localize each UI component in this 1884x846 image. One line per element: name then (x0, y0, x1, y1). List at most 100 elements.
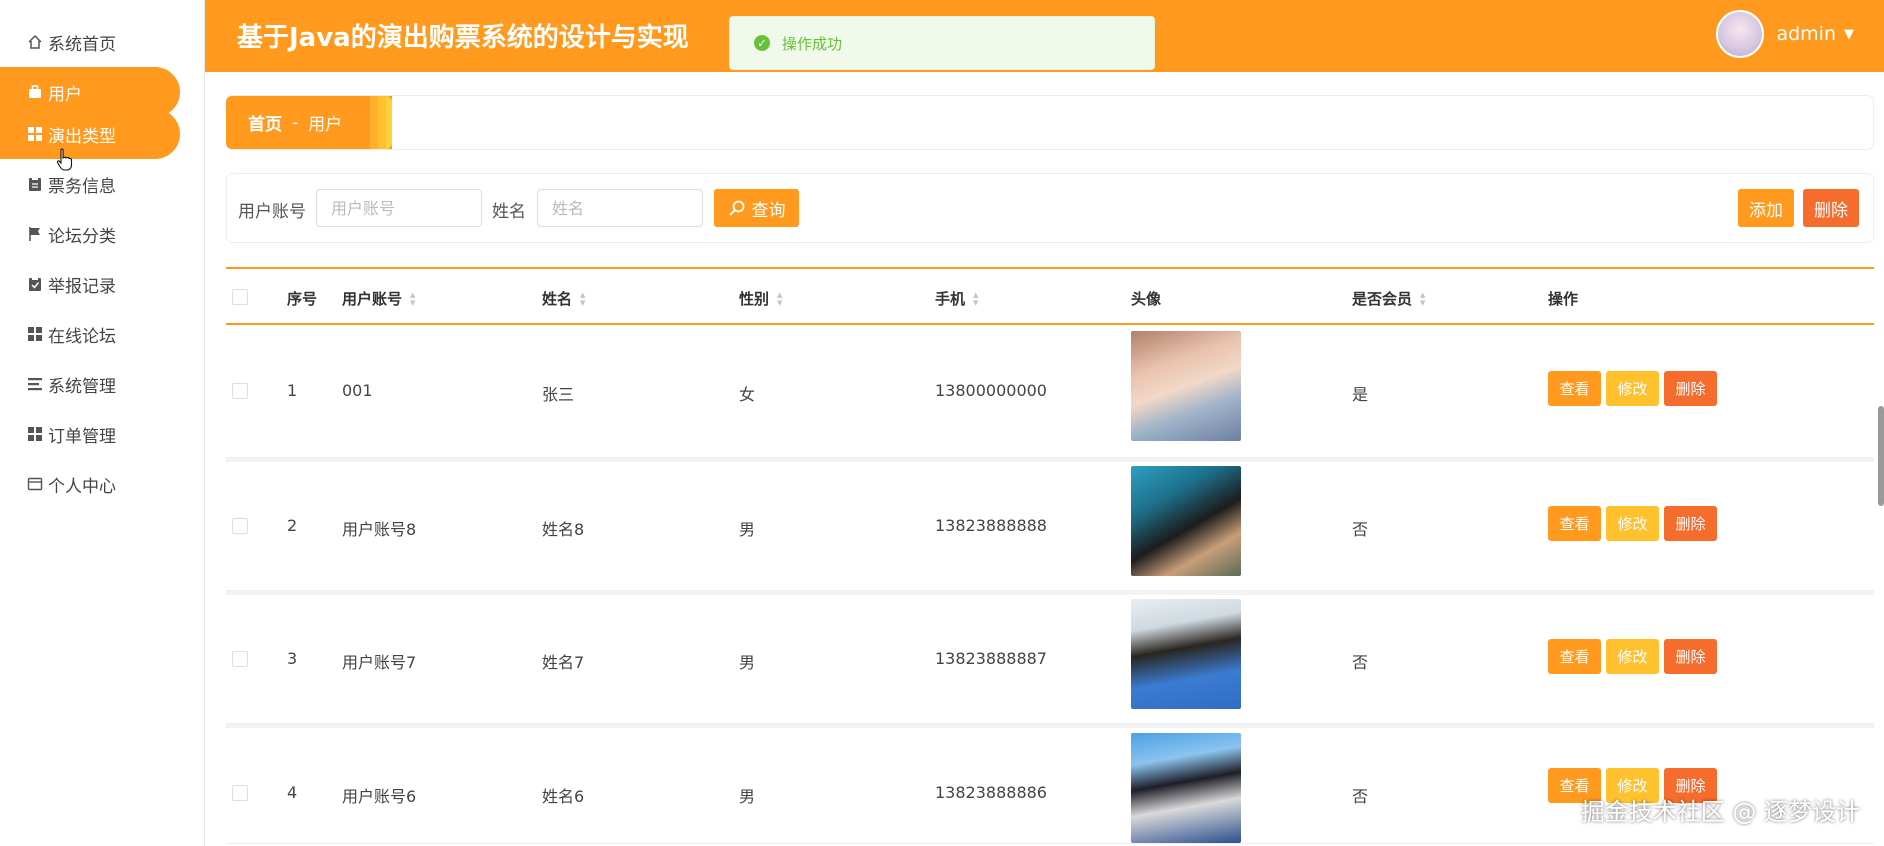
flag-icon (26, 225, 44, 243)
cell-account: 用户账号6 (342, 787, 417, 806)
column-header-gender[interactable]: 性别 ▲ ▼ (739, 288, 782, 309)
row-checkbox[interactable] (232, 518, 248, 534)
select-all-checkbox[interactable] (232, 289, 248, 305)
sidebar-item-forum-categories[interactable]: 论坛分类 (0, 209, 204, 259)
sidebar-item-profile[interactable]: 个人中心 (0, 459, 204, 509)
sidebar-item-label: 在线论坛 (48, 326, 116, 347)
sidebar-item-label: 演出类型 (48, 126, 116, 147)
cell-gender: 女 (739, 385, 756, 404)
query-button-label: 查询 (751, 200, 786, 221)
column-header-actions: 操作 (1548, 290, 1579, 308)
cell-phone: 13823888887 (935, 649, 1047, 668)
cell-name: 姓名6 (542, 787, 585, 806)
edit-button[interactable]: 修改 (1606, 506, 1659, 541)
cell-name: 姓名7 (542, 653, 585, 672)
row-checkbox[interactable] (232, 383, 248, 399)
card-icon (26, 475, 44, 493)
query-button[interactable]: 查询 (714, 189, 799, 227)
table-row: 1 001 张三 女 13800000000 是 查看 修改 删除 (226, 325, 1874, 458)
delete-button[interactable]: 删除 (1664, 639, 1717, 674)
users-table: 序号 用户账号 ▲ ▼ 姓名 ▲ ▼ 性别 ▲ ▼ 手机 ▲ ▼ 头像 是否会员 ▲ ▼ 操作 1 … (226, 267, 1874, 844)
sidebar-item-label: 论坛分类 (48, 226, 116, 247)
breadcrumb-stripe (378, 96, 386, 149)
column-header-label: 性别 (739, 290, 770, 308)
breadcrumb-current: 用户 (308, 115, 343, 135)
breadcrumb: 首页 - 用户 (226, 96, 392, 149)
app-root: 系统首页 用户 演出类型 票务信息 论坛分类 举报记录 在线论坛 系统管理 订单… (0, 0, 1884, 846)
sidebar-item-tickets[interactable]: 票务信息 (0, 159, 204, 209)
row-checkbox[interactable] (232, 785, 248, 801)
clipboard-icon (26, 175, 44, 193)
sidebar-item-label: 举报记录 (48, 276, 116, 297)
grid-icon (26, 425, 44, 443)
check-circle-icon: ✓ (754, 35, 770, 51)
column-header-account[interactable]: 用户账号 ▲ ▼ (342, 288, 415, 309)
grid-icon (26, 125, 44, 143)
row-checkbox[interactable] (232, 651, 248, 667)
delete-button[interactable]: 删除 (1664, 506, 1717, 541)
cell-phone: 13800000000 (935, 381, 1047, 400)
hand-cursor-icon (56, 148, 73, 171)
column-header-label: 是否会员 (1352, 290, 1413, 308)
cell-account: 用户账号8 (342, 520, 417, 539)
name-label: 姓名 (492, 202, 526, 222)
cell-phone: 13823888886 (935, 783, 1047, 802)
table-row: 2 用户账号8 姓名8 男 13823888888 否 查看 修改 删除 (226, 458, 1874, 591)
cell-phone: 13823888888 (935, 516, 1047, 535)
watermark: 掘金技术社区 @ 逐梦设计 (1580, 798, 1860, 826)
toast-message: 操作成功 (782, 34, 843, 53)
cell-gender: 男 (739, 787, 756, 806)
table-header: 序号 用户账号 ▲ ▼ 姓名 ▲ ▼ 性别 ▲ ▼ 手机 ▲ ▼ 头像 是否会员 ▲ ▼ 操作 (226, 267, 1874, 325)
cell-member: 否 (1352, 653, 1369, 672)
account-search-input[interactable] (316, 189, 482, 227)
breadcrumb-separator: - (292, 112, 299, 133)
app-title: 基于Java的演出购票系统的设计与实现 (237, 23, 689, 53)
sidebar-item-orders[interactable]: 订单管理 (0, 409, 204, 459)
sort-icon[interactable]: ▲ ▼ (1420, 291, 1425, 307)
sidebar-item-home[interactable]: 系统首页 (0, 17, 204, 67)
avatar[interactable] (1716, 10, 1765, 58)
column-header-name[interactable]: 姓名 ▲ ▼ (542, 288, 585, 309)
user-avatar-photo (1131, 733, 1241, 843)
cell-name: 张三 (542, 385, 575, 404)
user-menu[interactable]: admin ▼ (1716, 10, 1854, 58)
sidebar: 系统首页 用户 演出类型 票务信息 论坛分类 举报记录 在线论坛 系统管理 订单… (0, 0, 205, 846)
sidebar-item-label: 用户 (48, 84, 82, 105)
sidebar-item-system[interactable]: 系统管理 (0, 359, 204, 409)
name-search-input[interactable] (537, 189, 703, 227)
sidebar-item-reports[interactable]: 举报记录 (0, 259, 204, 309)
username[interactable]: admin (1776, 23, 1836, 45)
column-header-index: 序号 (287, 290, 318, 308)
column-header-avatar: 头像 (1131, 290, 1162, 308)
vertical-scrollbar[interactable] (1878, 406, 1884, 506)
sort-icon[interactable]: ▲ ▼ (410, 291, 415, 307)
cell-index: 2 (287, 516, 298, 535)
list-icon (26, 375, 44, 393)
sidebar-item-label: 个人中心 (48, 476, 116, 497)
sort-icon[interactable]: ▲ ▼ (777, 291, 782, 307)
user-avatar-photo (1131, 331, 1241, 441)
cell-member: 是 (1352, 385, 1369, 404)
sidebar-item-show-types[interactable]: 演出类型 (0, 109, 180, 159)
top-header: 基于Java的演出购票系统的设计与实现 ✓ 操作成功 admin ▼ (205, 0, 1884, 72)
cell-name: 姓名8 (542, 520, 585, 539)
sort-icon[interactable]: ▲ ▼ (580, 291, 585, 307)
breadcrumb-stripe (370, 96, 378, 149)
add-button[interactable]: 添加 (1738, 189, 1794, 227)
edit-button[interactable]: 修改 (1606, 371, 1659, 406)
sidebar-item-forum[interactable]: 在线论坛 (0, 309, 204, 359)
cell-gender: 男 (739, 653, 756, 672)
sidebar-item-label: 订单管理 (48, 426, 116, 447)
breadcrumb-home[interactable]: 首页 (248, 110, 282, 135)
column-header-member[interactable]: 是否会员 ▲ ▼ (1352, 288, 1425, 309)
column-header-phone[interactable]: 手机 ▲ ▼ (935, 288, 978, 309)
view-button[interactable]: 查看 (1548, 639, 1601, 674)
delete-button[interactable]: 删除 (1664, 371, 1717, 406)
caret-down-icon[interactable]: ▼ (1844, 27, 1854, 42)
view-button[interactable]: 查看 (1548, 506, 1601, 541)
view-button[interactable]: 查看 (1548, 371, 1601, 406)
sort-icon[interactable]: ▲ ▼ (973, 291, 978, 307)
bulk-delete-button[interactable]: 删除 (1803, 189, 1859, 227)
home-icon (26, 33, 44, 51)
edit-button[interactable]: 修改 (1606, 639, 1659, 674)
